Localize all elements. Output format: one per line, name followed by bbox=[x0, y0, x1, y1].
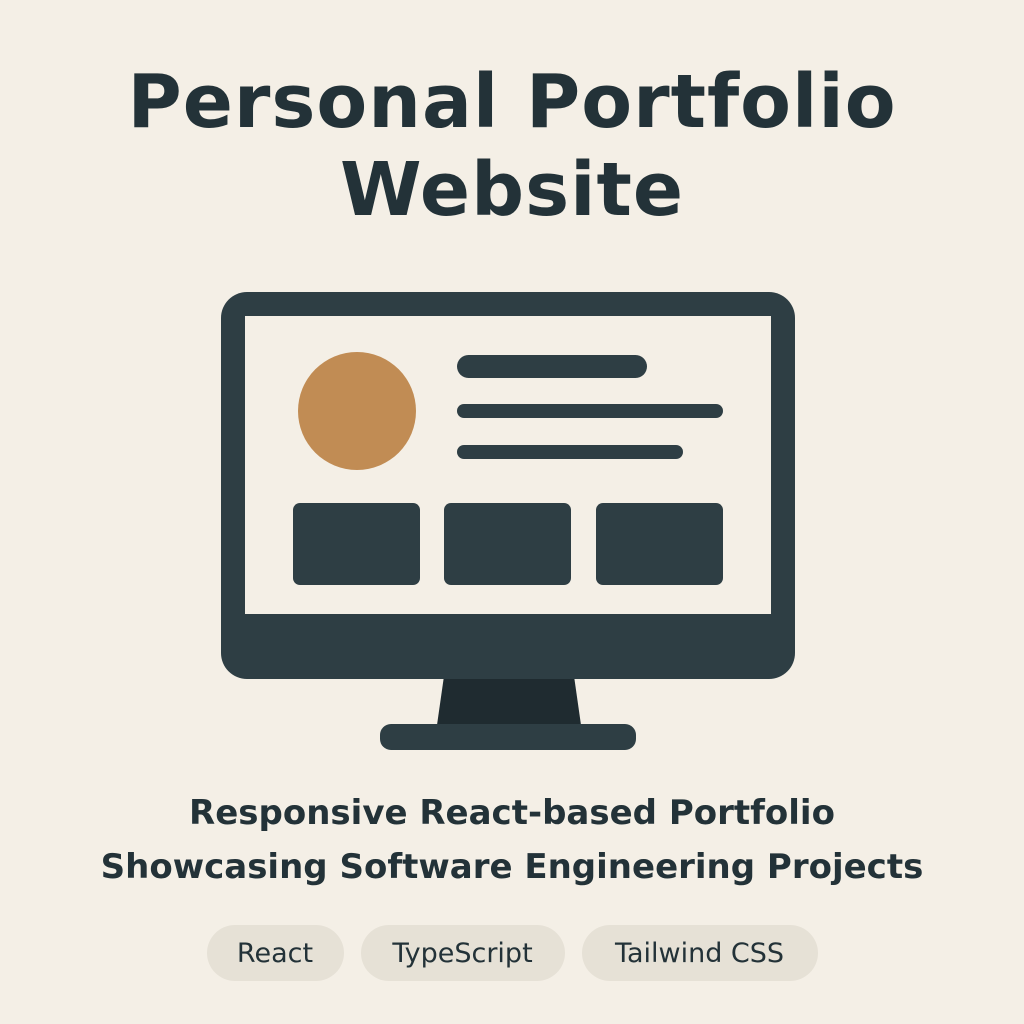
tag-typescript: TypeScript bbox=[360, 925, 565, 981]
project-card bbox=[444, 503, 571, 585]
tech-tags: React TypeScript Tailwind CSS bbox=[0, 925, 1024, 981]
tag-react: React bbox=[206, 925, 344, 981]
subtitle: Responsive React-based Portfolio Showcas… bbox=[0, 786, 1024, 894]
monitor-stand-base bbox=[380, 724, 636, 750]
tag-tailwind-css: Tailwind CSS bbox=[581, 925, 818, 981]
subtitle-line-2: Showcasing Software Engineering Projects bbox=[100, 847, 924, 887]
project-card bbox=[596, 503, 723, 585]
headline-bar bbox=[457, 355, 647, 378]
text-line-bar bbox=[457, 445, 683, 459]
project-card bbox=[293, 503, 420, 585]
text-line-bar bbox=[457, 404, 723, 418]
subtitle-line-1: Responsive React-based Portfolio bbox=[189, 793, 835, 833]
avatar-circle-icon bbox=[298, 352, 416, 470]
monitor-stand-neck bbox=[436, 676, 582, 732]
